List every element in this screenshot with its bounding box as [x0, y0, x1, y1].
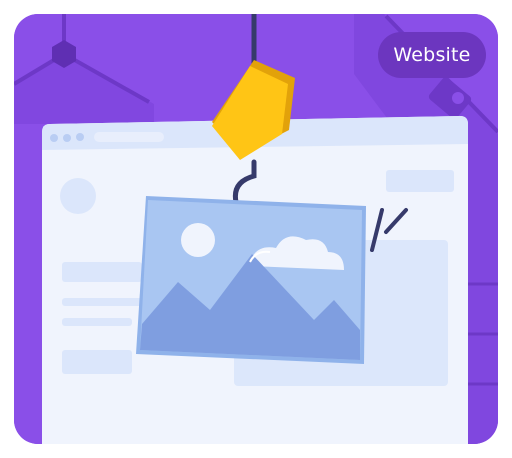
illustration-card: Website — [14, 14, 498, 444]
image-placeholder-icon — [136, 196, 366, 364]
website-illustration — [14, 14, 498, 444]
website-badge: Website — [378, 32, 486, 78]
